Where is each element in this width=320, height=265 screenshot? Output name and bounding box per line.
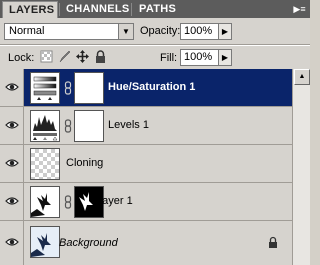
visibility-toggle[interactable] xyxy=(0,145,24,182)
eye-icon xyxy=(5,83,19,91)
chevron-down-icon[interactable]: ▼ xyxy=(118,24,133,39)
scroll-up-arrow-icon[interactable]: ▲ xyxy=(294,69,310,85)
visibility-toggle[interactable] xyxy=(0,221,24,265)
background-image-icon xyxy=(31,233,51,257)
layer-row-levels[interactable]: Levels 1 xyxy=(0,107,292,145)
lock-image-icon[interactable] xyxy=(58,50,71,63)
lock-icon xyxy=(269,236,277,248)
opacity-input[interactable]: 100% xyxy=(180,23,219,40)
blend-mode-value: Normal xyxy=(9,25,45,37)
fill-label: Fill: xyxy=(160,52,178,64)
chain-link-icon[interactable] xyxy=(64,195,72,209)
layer-row-hue-saturation[interactable]: Hue/Saturation 1 xyxy=(0,69,292,107)
layer-row-cloning[interactable]: Cloning xyxy=(0,145,292,183)
layer-row-layer-1[interactable]: Layer 1 xyxy=(0,183,292,221)
transparent-layer-thumbnail[interactable] xyxy=(30,148,60,180)
layers-scrollbar[interactable]: ▲ xyxy=(292,69,310,265)
layer-name[interactable]: Cloning xyxy=(66,157,103,169)
panel-menu-icon[interactable]: ▶≡ xyxy=(292,2,307,16)
adjustment-thumbnail[interactable] xyxy=(30,110,60,142)
layers-list: Hue/Saturation 1 Levels 1 Cloning Layer … xyxy=(0,69,292,265)
layer-mask-thumbnail[interactable] xyxy=(74,110,104,142)
hue-saturation-icon xyxy=(33,76,57,100)
layer-name[interactable]: Background xyxy=(59,237,118,249)
lock-transparent-icon[interactable] xyxy=(40,50,53,63)
layer-name[interactable]: Hue/Saturation 1 xyxy=(108,81,195,93)
lock-label: Lock: xyxy=(8,52,35,64)
eye-icon xyxy=(5,197,19,205)
divider xyxy=(0,45,310,46)
visibility-toggle[interactable] xyxy=(0,107,24,144)
layer-name[interactable]: Layer 1 xyxy=(96,195,133,207)
levels-histogram-icon xyxy=(33,115,58,141)
opacity-slider-arrow-icon[interactable]: ▶ xyxy=(219,23,232,40)
layer-mask-thumbnail[interactable] xyxy=(74,72,104,104)
lock-position-icon[interactable] xyxy=(76,50,89,63)
opacity-label: Opacity: xyxy=(140,25,181,37)
eye-icon xyxy=(5,238,19,246)
tab-bar: LAYERS CHANNELS PATHS ▶≡ xyxy=(0,0,310,18)
adjustment-thumbnail[interactable] xyxy=(30,72,60,104)
fairy-mask-icon xyxy=(79,192,93,211)
visibility-toggle[interactable] xyxy=(0,69,24,106)
tab-channels[interactable]: CHANNELS xyxy=(60,1,136,18)
chain-link-icon[interactable] xyxy=(64,119,72,133)
fill-slider-arrow-icon[interactable]: ▶ xyxy=(219,49,232,66)
chain-link-icon[interactable] xyxy=(64,81,72,95)
eye-icon xyxy=(5,159,19,167)
tab-paths[interactable]: PATHS xyxy=(133,1,182,18)
tab-divider xyxy=(131,3,132,16)
fill-input[interactable]: 100% xyxy=(180,49,219,66)
eye-icon xyxy=(5,121,19,129)
layer-thumbnail[interactable] xyxy=(30,186,60,218)
layer-row-background[interactable]: Background xyxy=(0,221,292,265)
fairy-image-icon xyxy=(31,193,51,217)
tab-layers[interactable]: LAYERS xyxy=(2,1,58,18)
lock-all-icon[interactable] xyxy=(94,50,107,63)
layers-panel: LAYERS CHANNELS PATHS ▶≡ Normal ▼ Opacit… xyxy=(0,0,310,265)
blend-mode-select[interactable]: Normal ▼ xyxy=(4,23,134,40)
visibility-toggle[interactable] xyxy=(0,183,24,220)
layer-name[interactable]: Levels 1 xyxy=(108,119,149,131)
background-thumbnail[interactable] xyxy=(30,226,60,258)
